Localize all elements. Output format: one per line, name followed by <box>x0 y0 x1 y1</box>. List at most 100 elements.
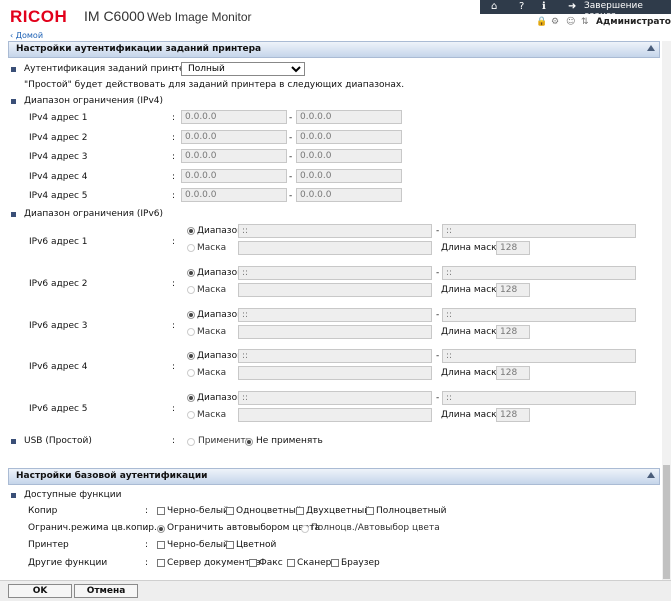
logout-icon[interactable]: ➜ <box>568 1 576 12</box>
action-bar: OK Отмена <box>0 580 671 601</box>
ricoh-logo: RICOH <box>10 7 68 26</box>
ipv4-to-input[interactable]: 0.0.0.0 <box>296 168 402 183</box>
ipv4-row-label: IPv4 адрес 1 <box>29 113 88 123</box>
ipv4-from-input[interactable]: 0.0.0.0 <box>181 168 287 183</box>
color-limit-label: Огранич.режима цв.копир. <box>28 523 157 533</box>
ipv6-from-input[interactable]: :: <box>238 265 432 280</box>
ipv6-range-radio[interactable] <box>187 268 195 277</box>
ipv6-mask-input[interactable] <box>238 324 432 339</box>
browser-label: Браузер <box>341 558 380 568</box>
help-icon[interactable]: ? <box>519 1 524 12</box>
ipv6-mask-radio[interactable] <box>187 369 195 378</box>
doc-server-checkbox[interactable] <box>157 559 165 567</box>
ipv6-mask-radio[interactable] <box>187 327 195 336</box>
home-link[interactable]: Домой <box>16 31 43 40</box>
ipv4-to-input[interactable]: 0.0.0.0 <box>296 149 402 163</box>
ipv6-to-input[interactable]: :: <box>442 265 636 280</box>
copier-full-color-label: Полноцветный <box>376 506 447 516</box>
ipv6-mask-input[interactable] <box>238 366 432 381</box>
ipv6-from-input[interactable]: :: <box>238 391 432 406</box>
ipv6-range-label: Диапазон <box>197 393 243 404</box>
ipv6-range-label: Диапазон <box>197 309 243 320</box>
copier-two-color-label: Двухцветный <box>306 506 371 516</box>
ipv6-range-label: Диапазон <box>197 226 243 236</box>
copier-full-color-checkbox[interactable] <box>366 507 374 515</box>
browser-checkbox[interactable] <box>331 559 339 567</box>
print-auth-section-header[interactable]: Настройки аутентификации заданий принтер… <box>8 41 660 58</box>
ipv4-to-input[interactable]: 0.0.0.0 <box>296 110 402 124</box>
ipv4-from-input[interactable]: 0.0.0.0 <box>181 188 287 202</box>
ipv6-to-input[interactable]: :: <box>442 307 636 322</box>
auth-select[interactable]: Полный <box>181 62 305 76</box>
ipv6-mask-len-input[interactable]: 128 <box>496 408 530 423</box>
ipv6-mask-input[interactable] <box>238 282 432 297</box>
copier-two-color-checkbox[interactable] <box>296 507 304 515</box>
breadcrumb[interactable]: ‹ Домой <box>10 31 43 40</box>
ipv6-range-radio[interactable] <box>187 310 195 319</box>
other-label: Другие функции <box>28 558 108 568</box>
colon: : <box>145 540 149 550</box>
printer-color-label: Цветной <box>236 540 277 550</box>
ipv6-mask-radio[interactable] <box>187 285 195 294</box>
ipv4-from-input[interactable]: 0.0.0.0 <box>181 129 287 144</box>
ipv6-row-label: IPv6 адрес 3 <box>29 320 88 331</box>
ipv4-from-input[interactable]: 0.0.0.0 <box>181 110 287 124</box>
ipv4-to-input[interactable]: 0.0.0.0 <box>296 188 402 202</box>
settings-icon: ⚙ <box>551 17 560 27</box>
ipv6-mask-radio[interactable] <box>187 411 195 420</box>
ipv6-mask-input[interactable] <box>238 241 432 255</box>
ipv6-from-input[interactable]: :: <box>238 307 432 322</box>
header: RICOH IM C6000 Web Image Monitor ⌂ ? ℹ ➜… <box>0 0 671 40</box>
ipv6-mask-input[interactable] <box>238 408 432 423</box>
scrollbar[interactable] <box>662 41 671 580</box>
ipv6-mask-len-input[interactable]: 128 <box>496 324 530 339</box>
copier-bw-checkbox[interactable] <box>157 507 165 515</box>
ipv6-mask-len-input[interactable]: 128 <box>496 241 530 255</box>
ipv6-mask-radio[interactable] <box>187 244 195 252</box>
ipv6-range-radio[interactable] <box>187 227 195 235</box>
printer-label: Принтер <box>28 540 69 550</box>
colon: : <box>145 506 149 516</box>
home-icon[interactable]: ⌂ <box>491 1 497 12</box>
scrollbar-thumb[interactable] <box>663 465 670 579</box>
ipv4-from-input[interactable]: 0.0.0.0 <box>181 149 287 163</box>
ipv6-mask-len-label: Длина маски <box>441 410 503 421</box>
usb-apply-label: Применить <box>198 436 251 446</box>
ipv6-to-input[interactable]: :: <box>442 391 636 406</box>
ipv6-from-input[interactable]: :: <box>238 349 432 364</box>
ipv6-range-radio[interactable] <box>187 394 195 403</box>
usb-apply-radio[interactable] <box>187 438 195 446</box>
collapse-icon[interactable] <box>647 45 655 51</box>
color-limit-full-radio[interactable] <box>301 525 309 533</box>
ipv6-mask-label: Маска <box>197 284 227 295</box>
ipv6-to-input[interactable]: :: <box>442 224 636 238</box>
sort-icon: ⇅ <box>581 17 589 27</box>
basic-auth-section-header[interactable]: Настройки базовой аутентификации <box>8 468 660 485</box>
ipv6-row-label: IPv6 адрес 1 <box>29 237 88 247</box>
cancel-button[interactable]: Отмена <box>74 584 138 598</box>
ipv6-mask-len-input[interactable]: 128 <box>496 282 530 297</box>
range-dash: - <box>436 393 440 404</box>
range-dash: - <box>436 309 440 320</box>
printer-color-checkbox[interactable] <box>226 541 234 549</box>
product-name: Web Image Monitor <box>147 10 252 24</box>
color-limit-auto-radio[interactable] <box>157 525 165 533</box>
top-toolbar: ⌂ ? ℹ ➜ Завершение сеанса <box>480 0 671 21</box>
scanner-checkbox[interactable] <box>287 559 295 567</box>
auth-label: Аутентификация заданий принтера <box>24 64 196 74</box>
ok-button[interactable]: OK <box>8 584 72 598</box>
copier-mono-checkbox[interactable] <box>226 507 234 515</box>
ipv6-from-input[interactable]: :: <box>238 224 432 238</box>
ipv6-range-radio[interactable] <box>187 352 195 361</box>
info-icon[interactable]: ℹ <box>542 1 546 12</box>
range-dash: - <box>289 191 293 201</box>
fax-checkbox[interactable] <box>249 559 257 567</box>
printer-bw-checkbox[interactable] <box>157 541 165 549</box>
ipv6-mask-len-input[interactable]: 128 <box>496 366 530 381</box>
usb-not-apply-radio[interactable] <box>245 438 253 446</box>
collapse-icon[interactable] <box>647 472 655 478</box>
ipv6-to-input[interactable]: :: <box>442 349 636 364</box>
ipv4-to-input[interactable]: 0.0.0.0 <box>296 129 402 144</box>
copier-bw-label: Черно-белый <box>167 506 229 516</box>
user-name: Администратор <box>596 17 671 27</box>
